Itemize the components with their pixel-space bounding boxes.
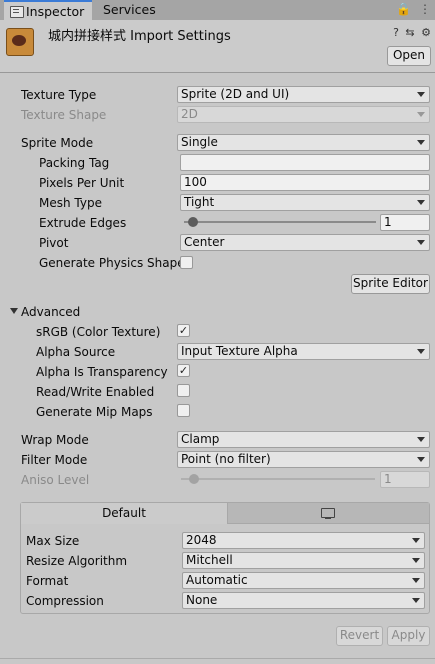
mesh-type-value: Tight xyxy=(184,195,215,209)
more-menu-icon[interactable]: ⋮ xyxy=(419,2,431,16)
platform-tab-standalone[interactable] xyxy=(228,503,429,524)
tab-inspector[interactable]: Inspector xyxy=(4,0,92,20)
texture-shape-label: Texture Shape xyxy=(21,108,107,122)
aniso-slider-track xyxy=(181,478,375,480)
strip-icons: 🔒 ⋮ xyxy=(392,2,431,16)
sprite-mode-dropdown[interactable]: Single xyxy=(177,134,430,151)
chevron-down-icon xyxy=(412,578,420,583)
chevron-down-icon xyxy=(412,538,420,543)
format-dropdown[interactable]: Automatic xyxy=(182,572,425,589)
sprite-mode-value: Single xyxy=(181,135,218,149)
aniso-level-input: 1 xyxy=(380,471,430,488)
chevron-down-icon xyxy=(417,457,425,462)
aniso-slider-thumb xyxy=(189,474,199,484)
srgb-label: sRGB (Color Texture) xyxy=(36,325,161,339)
tab-services-label: Services xyxy=(103,2,156,17)
header-icons: ? ⇆ ⚙ xyxy=(390,26,431,39)
packing-tag-input[interactable] xyxy=(180,154,430,171)
alpha-source-dropdown[interactable]: Input Texture Alpha xyxy=(177,343,430,360)
extrude-slider-track[interactable] xyxy=(184,221,376,223)
chevron-down-icon xyxy=(417,349,425,354)
resize-algorithm-label: Resize Algorithm xyxy=(26,554,128,568)
resize-algorithm-dropdown[interactable]: Mitchell xyxy=(182,552,425,569)
extrude-edges-input[interactable]: 1 xyxy=(380,214,430,231)
pivot-dropdown[interactable]: Center xyxy=(180,234,430,251)
read-write-checkbox[interactable] xyxy=(177,384,190,397)
chevron-down-icon xyxy=(417,240,425,245)
pixels-per-unit-input[interactable]: 100 xyxy=(180,174,430,191)
texture-type-value: Sprite (2D and UI) xyxy=(181,87,290,101)
resize-algorithm-value: Mitchell xyxy=(186,553,233,567)
texture-shape-dropdown: 2D xyxy=(177,106,430,123)
srgb-checkbox[interactable]: ✓ xyxy=(177,324,190,337)
bottom-divider xyxy=(0,658,435,659)
extrude-slider-thumb[interactable] xyxy=(187,217,198,227)
settings-icon[interactable]: ⚙ xyxy=(421,26,431,39)
texture-shape-value: 2D xyxy=(181,107,198,121)
chevron-down-icon xyxy=(417,437,425,442)
sprite-editor-button[interactable]: Sprite Editor xyxy=(351,274,430,294)
format-label: Format xyxy=(26,574,69,588)
chevron-down-icon xyxy=(417,140,425,145)
header-title: 城内拼接样式 Import Settings xyxy=(48,29,231,44)
pixels-per-unit-label: Pixels Per Unit xyxy=(39,176,125,190)
tab-services[interactable]: Services xyxy=(100,0,173,20)
extrude-edges-label: Extrude Edges xyxy=(39,216,127,230)
chevron-down-icon xyxy=(417,92,425,97)
alpha-source-value: Input Texture Alpha xyxy=(181,344,298,358)
physics-shape-label: Generate Physics Shape xyxy=(39,256,185,270)
max-size-label: Max Size xyxy=(26,534,80,548)
mesh-type-dropdown[interactable]: Tight xyxy=(180,194,430,211)
wrap-mode-label: Wrap Mode xyxy=(21,433,89,447)
mip-maps-label: Generate Mip Maps xyxy=(36,405,153,419)
advanced-foldout-arrow-icon[interactable] xyxy=(10,308,18,314)
alpha-transparency-checkbox[interactable]: ✓ xyxy=(177,364,190,377)
inspector-header: 城内拼接样式 Import Settings ? ⇆ ⚙ xyxy=(0,20,435,73)
compression-label: Compression xyxy=(26,594,104,608)
chevron-down-icon xyxy=(412,598,420,603)
inspector-icon xyxy=(10,6,24,18)
alpha-source-label: Alpha Source xyxy=(36,345,116,359)
filter-mode-label: Filter Mode xyxy=(21,453,88,467)
read-write-label: Read/Write Enabled xyxy=(36,385,155,399)
packing-tag-label: Packing Tag xyxy=(39,156,110,170)
max-size-value: 2048 xyxy=(186,533,217,547)
compression-dropdown[interactable]: None xyxy=(182,592,425,609)
chevron-down-icon xyxy=(417,112,425,117)
sprite-mode-label: Sprite Mode xyxy=(21,136,94,150)
alpha-transparency-label: Alpha Is Transparency xyxy=(36,365,168,379)
pivot-value: Center xyxy=(184,235,225,249)
wrap-mode-dropdown[interactable]: Clamp xyxy=(177,431,430,448)
presets-icon[interactable]: ⇆ xyxy=(405,26,414,39)
monitor-icon xyxy=(321,508,335,519)
pivot-label: Pivot xyxy=(39,236,69,250)
chevron-down-icon xyxy=(412,558,420,563)
apply-button[interactable]: Apply xyxy=(387,626,430,646)
format-value: Automatic xyxy=(186,573,248,587)
texture-asset-icon xyxy=(6,28,34,56)
compression-value: None xyxy=(186,593,218,607)
chevron-down-icon xyxy=(417,200,425,205)
revert-button[interactable]: Revert xyxy=(336,626,383,646)
wrap-mode-value: Clamp xyxy=(181,432,220,446)
platform-tab-default[interactable]: Default xyxy=(21,503,228,524)
texture-type-dropdown[interactable]: Sprite (2D and UI) xyxy=(177,86,430,103)
aniso-level-label: Aniso Level xyxy=(21,473,90,487)
filter-mode-dropdown[interactable]: Point (no filter) xyxy=(177,451,430,468)
advanced-label[interactable]: Advanced xyxy=(21,304,80,320)
filter-mode-value: Point (no filter) xyxy=(181,452,271,466)
mip-maps-checkbox[interactable] xyxy=(177,404,190,417)
lock-icon[interactable]: 🔒 xyxy=(396,2,411,16)
max-size-dropdown[interactable]: 2048 xyxy=(182,532,425,549)
mesh-type-label: Mesh Type xyxy=(39,196,102,210)
tab-strip: Inspector Services 🔒 ⋮ xyxy=(0,0,435,21)
tab-inspector-label: Inspector xyxy=(26,4,85,19)
texture-type-label: Texture Type xyxy=(21,88,97,102)
help-icon[interactable]: ? xyxy=(393,26,399,39)
physics-shape-checkbox[interactable] xyxy=(180,256,193,269)
open-button[interactable]: Open xyxy=(387,46,431,66)
